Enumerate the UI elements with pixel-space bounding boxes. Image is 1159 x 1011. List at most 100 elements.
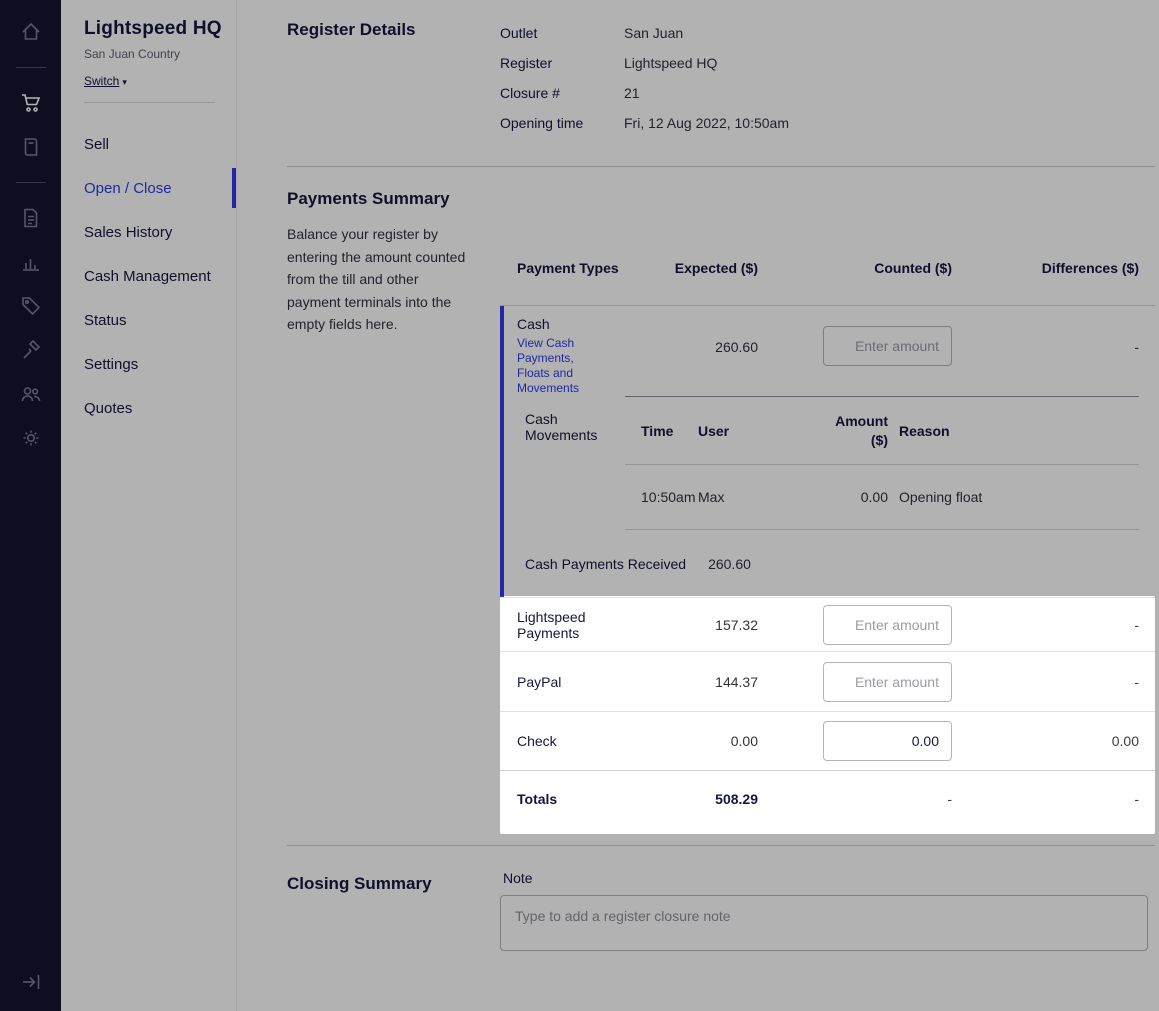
payments-summary-description: Balance your register by entering the am… xyxy=(287,223,500,336)
highlighted-payment-rows: Lightspeed Payments 157.32 - PayPal 144.… xyxy=(500,597,1155,826)
icon-rail xyxy=(0,0,61,1011)
customers-people-icon[interactable] xyxy=(20,383,42,405)
closure-note-input[interactable] xyxy=(500,895,1148,951)
lightspeed-payments-counted-input[interactable] xyxy=(823,605,952,645)
payment-type-label: Check xyxy=(500,733,660,749)
outlet-name: San Juan Country xyxy=(84,47,236,61)
field-value: San Juan xyxy=(624,25,683,41)
payments-summary-title: Payments Summary xyxy=(287,189,500,209)
cash-movements-header: Time User Amount ($) Reason xyxy=(625,397,1139,465)
totals-expected: 508.29 xyxy=(660,791,758,807)
switch-label: Switch xyxy=(84,74,119,88)
column-payment-types: Payment Types xyxy=(500,258,660,278)
column-user: User xyxy=(698,423,823,439)
view-cash-movements-link[interactable]: View Cash Payments, Floats and Movements xyxy=(517,336,605,396)
field-outlet: Outlet San Juan xyxy=(500,18,1155,48)
column-amount: Amount ($) xyxy=(823,412,888,450)
analytics-chart-icon[interactable] xyxy=(20,251,42,273)
sidebar-item-sell[interactable]: Sell xyxy=(84,122,236,166)
payment-type-label: PayPal xyxy=(500,674,660,690)
payment-row-check: Check 0.00 0.00 xyxy=(500,712,1155,770)
register-details-section: Register Details Outlet San Juan Registe… xyxy=(287,18,1155,138)
note-label: Note xyxy=(500,870,1155,886)
rail-divider xyxy=(16,67,46,68)
rail-divider xyxy=(16,182,46,183)
totals-difference: - xyxy=(952,791,1139,807)
column-reason: Reason xyxy=(888,423,1139,439)
movement-user: Max xyxy=(698,489,823,505)
sidebar: Lightspeed HQ San Juan Country Switch▾ S… xyxy=(61,0,237,1011)
expected-amount: 157.32 xyxy=(660,617,758,633)
sidebar-item-status[interactable]: Status xyxy=(84,298,236,342)
cash-difference: - xyxy=(952,306,1139,355)
paypal-counted-input[interactable] xyxy=(823,662,952,702)
payment-type-label: Lightspeed Payments xyxy=(500,609,660,641)
payment-row-cash: Cash View Cash Payments, Floats and Move… xyxy=(504,306,1155,396)
cash-expected: 260.60 xyxy=(660,306,758,355)
movement-reason: Opening float xyxy=(888,489,1139,505)
field-value: Lightspeed HQ xyxy=(624,55,717,71)
payment-row-lightspeed-payments: Lightspeed Payments 157.32 - xyxy=(500,597,1155,652)
reporting-document-icon[interactable] xyxy=(20,207,42,229)
totals-counted: - xyxy=(758,791,952,807)
movement-amount: 0.00 xyxy=(823,488,888,507)
field-opening-time: Opening time Fri, 12 Aug 2022, 10:50am xyxy=(500,108,1155,138)
column-expected: Expected ($) xyxy=(660,260,758,276)
payments-table: Payment Types Expected ($) Counted ($) D… xyxy=(500,230,1155,826)
column-time: Time xyxy=(625,423,698,439)
register-details-title: Register Details xyxy=(287,18,500,40)
cash-section: Cash View Cash Payments, Floats and Move… xyxy=(500,306,1155,597)
catalog-tag-icon[interactable] xyxy=(20,295,42,317)
field-register: Register Lightspeed HQ xyxy=(500,48,1155,78)
cash-movements-label: Cash Movements xyxy=(504,396,625,443)
cash-payments-received-amount: 260.60 xyxy=(708,556,751,572)
sidebar-item-sales-history[interactable]: Sales History xyxy=(84,210,236,254)
store-name: Lightspeed HQ xyxy=(84,18,236,40)
chevron-down-icon: ▾ xyxy=(122,77,127,88)
difference-value: - xyxy=(952,674,1139,690)
expected-amount: 0.00 xyxy=(660,733,758,749)
check-counted-input[interactable] xyxy=(823,721,952,761)
closing-summary-section: Closing Summary Note xyxy=(287,846,1155,951)
sidebar-item-quotes[interactable]: Quotes xyxy=(84,386,236,430)
difference-value: - xyxy=(952,617,1139,633)
field-label: Outlet xyxy=(500,25,624,41)
sell-cart-icon[interactable] xyxy=(20,92,42,114)
cash-label: Cash xyxy=(517,316,550,332)
sidebar-nav: Sell Open / Close Sales History Cash Man… xyxy=(84,122,236,430)
field-value: Fri, 12 Aug 2022, 10:50am xyxy=(624,115,789,131)
main-content: Register Details Outlet San Juan Registe… xyxy=(237,0,1159,1011)
payments-summary-section: Payments Summary Balance your register b… xyxy=(287,167,1155,826)
closing-summary-title: Closing Summary xyxy=(287,874,500,894)
payments-table-header: Payment Types Expected ($) Counted ($) D… xyxy=(500,230,1155,306)
cash-movements-table: Time User Amount ($) Reason 10:50am Max … xyxy=(625,396,1139,530)
difference-value: 0.00 xyxy=(952,733,1139,749)
field-closure-number: Closure # 21 xyxy=(500,78,1155,108)
cash-counted-input[interactable] xyxy=(823,326,952,366)
app-window: Lightspeed HQ San Juan Country Switch▾ S… xyxy=(0,0,1159,1011)
switch-outlet-link[interactable]: Switch▾ xyxy=(84,74,127,88)
field-label: Closure # xyxy=(500,85,624,101)
cash-movements-row: Cash Movements Time User Amount ($) Reas… xyxy=(504,396,1155,531)
totals-row: Totals 508.29 - - xyxy=(500,770,1155,826)
field-value: 21 xyxy=(624,85,640,101)
column-counted: Counted ($) xyxy=(758,260,952,276)
sidebar-item-open-close[interactable]: Open / Close xyxy=(84,166,236,210)
register-book-icon[interactable] xyxy=(20,136,42,158)
column-differences: Differences ($) xyxy=(952,260,1139,276)
movement-time: 10:50am xyxy=(625,489,698,505)
cash-movement-row: 10:50am Max 0.00 Opening float xyxy=(625,465,1139,530)
payment-type-label: Cash View Cash Payments, Floats and Move… xyxy=(504,306,660,396)
sidebar-divider xyxy=(84,102,215,103)
home-icon[interactable] xyxy=(20,21,42,43)
setup-gear-icon[interactable] xyxy=(20,427,42,449)
field-label: Register xyxy=(500,55,624,71)
inventory-tools-icon[interactable] xyxy=(20,339,42,361)
sidebar-item-cash-management[interactable]: Cash Management xyxy=(84,254,236,298)
payment-row-paypal: PayPal 144.37 - xyxy=(500,652,1155,712)
field-label: Opening time xyxy=(500,115,624,131)
cash-payments-received-row: Cash Payments Received 260.60 xyxy=(504,531,1155,597)
collapse-sidebar-icon[interactable] xyxy=(20,971,42,993)
totals-label: Totals xyxy=(500,791,660,807)
sidebar-item-settings[interactable]: Settings xyxy=(84,342,236,386)
